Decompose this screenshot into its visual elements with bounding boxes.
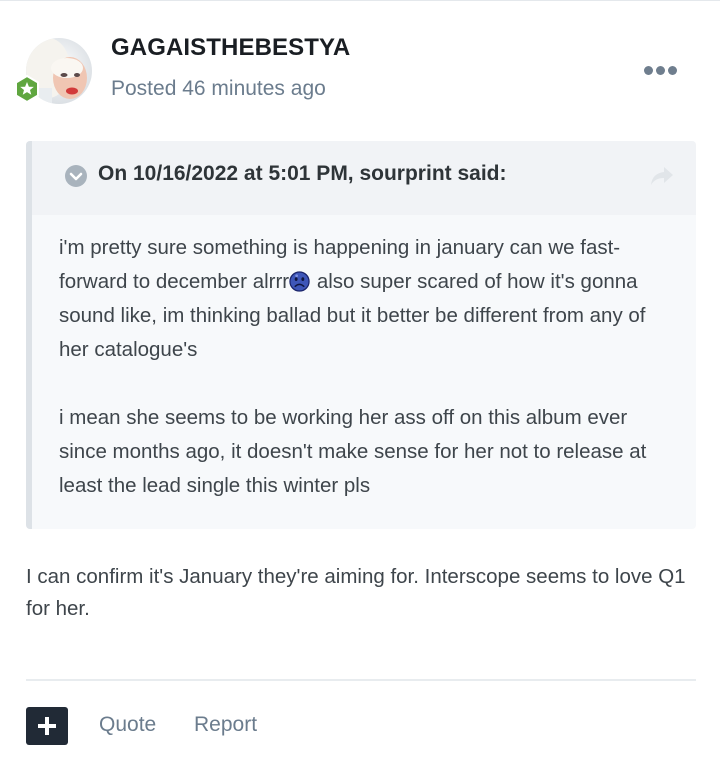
quote-paragraph: i mean she seems to be working her ass o… — [59, 406, 647, 497]
rank-badge — [13, 74, 41, 104]
ellipsis-icon — [643, 65, 653, 75]
report-button[interactable]: Report — [194, 713, 257, 737]
author-name[interactable]: GAGAISTHEBESTYA — [111, 34, 350, 62]
post-content: I can confirm it's January they're aimin… — [26, 561, 686, 625]
sad-face-icon — [289, 271, 310, 292]
star-badge-icon — [15, 74, 39, 104]
post-footer-divider — [26, 679, 696, 681]
quote-citation[interactable]: On 10/16/2022 at 5:01 PM, sourprint said… — [98, 162, 507, 186]
plus-icon — [38, 717, 56, 735]
post-options-button[interactable] — [640, 58, 680, 82]
post-timestamp[interactable]: Posted 46 minutes ago — [111, 77, 326, 101]
quote-header: On 10/16/2022 at 5:01 PM, sourprint said… — [32, 141, 696, 215]
share-arrow-icon[interactable] — [650, 165, 674, 187]
multiquote-add-button[interactable] — [26, 707, 68, 745]
quote-block: On 10/16/2022 at 5:01 PM, sourprint said… — [26, 141, 696, 529]
top-divider — [0, 0, 720, 1]
chevron-down-icon[interactable] — [64, 164, 88, 188]
post-text: I can confirm it's January they're aimin… — [26, 565, 686, 620]
quote-paragraph: i'm pretty sure something is happening i… — [59, 231, 674, 367]
quote-button[interactable]: Quote — [99, 713, 156, 737]
quote-content: i'm pretty sure something is happening i… — [59, 231, 674, 503]
